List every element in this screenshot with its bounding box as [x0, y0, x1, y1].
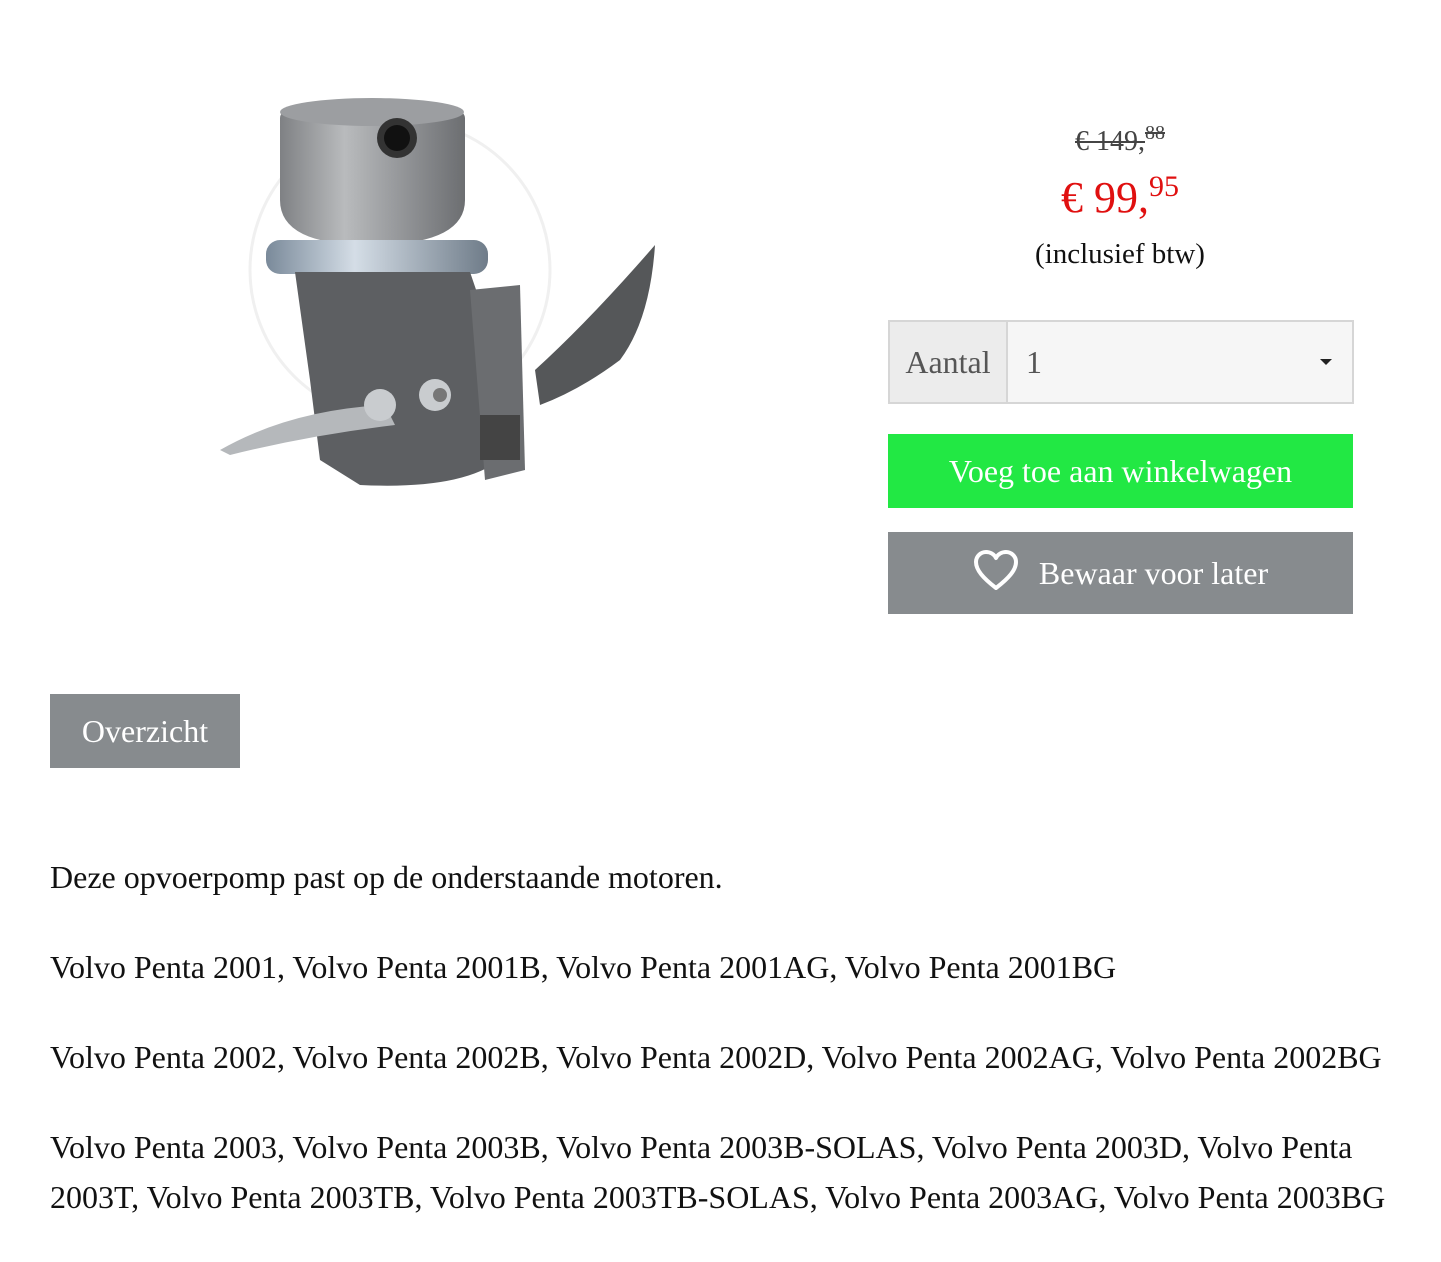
- save-for-later-label: Bewaar voor later: [1038, 554, 1269, 591]
- description-intro: Deze opvoerpomp past op de onderstaande …: [50, 859, 723, 895]
- add-to-cart-label: Voeg toe aan winkelwagen: [948, 452, 1293, 489]
- add-to-cart-button[interactable]: Voeg toe aan winkelwagen: [888, 434, 1353, 508]
- old-price-cents: 88: [1145, 122, 1165, 144]
- tab-overview-label: Overzicht: [81, 712, 209, 749]
- caret-down-icon: [1320, 359, 1332, 365]
- product-description: Deze opvoerpomp past op de onderstaande …: [50, 852, 1395, 1262]
- quantity-select[interactable]: 1: [1008, 322, 1352, 402]
- old-price: € 149,88: [888, 122, 1352, 158]
- save-for-later-button[interactable]: Bewaar voor later: [888, 532, 1353, 614]
- tab-overview[interactable]: Overzicht: [50, 694, 240, 768]
- quantity-value: 1: [1026, 343, 1042, 380]
- heart-icon: [973, 550, 1018, 590]
- description-line-2001: Volvo Penta 2001, Volvo Penta 2001B, Vol…: [50, 949, 1117, 985]
- current-price-cents: 95: [1149, 170, 1179, 203]
- current-price-main: € 99,: [1061, 173, 1149, 222]
- current-price: € 99,95: [888, 170, 1352, 223]
- quantity-selector: Aantal 1: [888, 320, 1354, 404]
- description-line-2003: Volvo Penta 2003, Volvo Penta 2003B, Vol…: [50, 1129, 1386, 1215]
- fuel-pump-illustration: [220, 98, 655, 486]
- quantity-label: Aantal: [890, 322, 1008, 402]
- product-image[interactable]: [200, 60, 680, 530]
- old-price-main: € 149,: [1075, 126, 1145, 157]
- description-line-2002: Volvo Penta 2002, Volvo Penta 2002B, Vol…: [50, 1039, 1382, 1075]
- price-vat-note: (inclusief btw): [1035, 238, 1205, 270]
